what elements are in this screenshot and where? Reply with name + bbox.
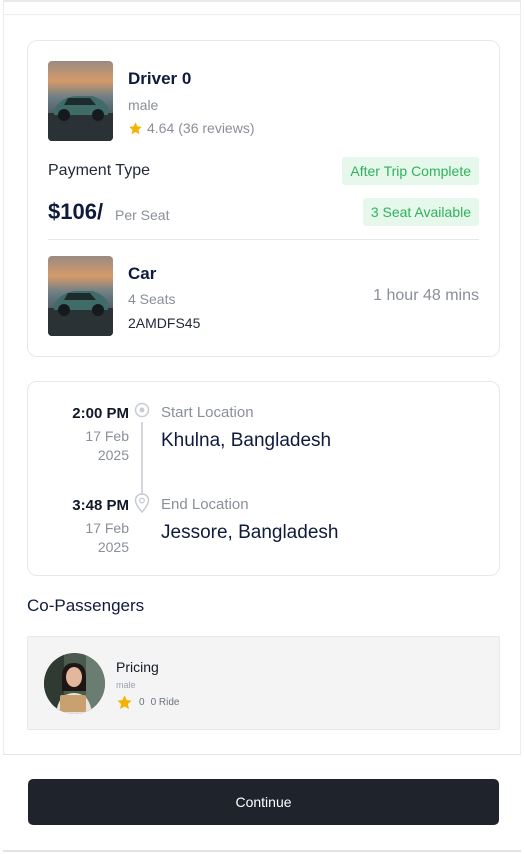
header-bar — [3, 0, 521, 15]
co-passengers-title: Co-Passengers — [27, 596, 145, 615]
driver-gender: male — [128, 97, 159, 113]
driver-card: Driver 0 male 4.64 (36 reviews) Payment … — [27, 40, 500, 357]
price: $106/ — [48, 199, 104, 224]
passenger-stats: 0 0 Ride — [116, 694, 179, 711]
passenger-name: Pricing — [116, 659, 159, 675]
start-pin-icon — [134, 402, 150, 418]
car-seats: 4 Seats — [128, 291, 176, 307]
car-plate: 2AMDFS45 — [128, 315, 201, 331]
per-seat-label: Per Seat — [115, 207, 170, 223]
start-date-year: 2025 — [97, 447, 129, 463]
start-date: 17 Feb 2025 — [69, 427, 129, 465]
route-line — [141, 422, 143, 495]
driver-name: Driver 0 — [128, 69, 192, 88]
payment-type-label: Payment Type — [48, 162, 150, 179]
start-date-day: 17 Feb — [85, 428, 129, 444]
start-time: 2:00 PM — [72, 405, 129, 422]
star-icon — [117, 695, 132, 710]
start-location: Khulna, Bangladesh — [161, 430, 332, 451]
end-date: 17 Feb 2025 — [69, 519, 129, 557]
passenger-gender: male — [116, 680, 136, 690]
review-count: (36 reviews) — [178, 120, 255, 136]
car-photo — [48, 256, 113, 336]
payment-type-badge: After Trip Complete — [342, 157, 479, 185]
bottom-edge — [3, 850, 521, 852]
start-location-label: Start Location — [161, 404, 254, 421]
seats-available-badge: 3 Seat Available — [362, 198, 479, 226]
passenger-rating: 0 — [139, 697, 145, 708]
end-date-day: 17 Feb — [85, 520, 129, 536]
driver-rating: 4.64 (36 reviews) — [128, 120, 255, 136]
route-card: 2:00 PM 17 Feb 2025 Start Location Khuln… — [27, 381, 500, 576]
end-location-label: End Location — [161, 496, 249, 513]
driver-car-photo — [48, 61, 113, 141]
continue-button[interactable]: Continue — [28, 779, 499, 825]
end-date-year: 2025 — [97, 539, 129, 555]
car-name: Car — [128, 264, 157, 283]
end-pin-icon — [134, 493, 150, 513]
divider — [48, 239, 479, 240]
end-location: Jessore, Bangladesh — [161, 522, 339, 543]
passenger-rides: 0 Ride — [150, 697, 180, 708]
passenger-card[interactable]: Pricing male 0 0 Ride — [27, 636, 500, 730]
avatar — [44, 653, 105, 714]
end-time: 3:48 PM — [72, 497, 129, 514]
rating-value: 4.64 — [147, 120, 175, 136]
trip-duration: 1 hour 48 mins — [373, 287, 479, 304]
star-icon — [129, 121, 142, 134]
